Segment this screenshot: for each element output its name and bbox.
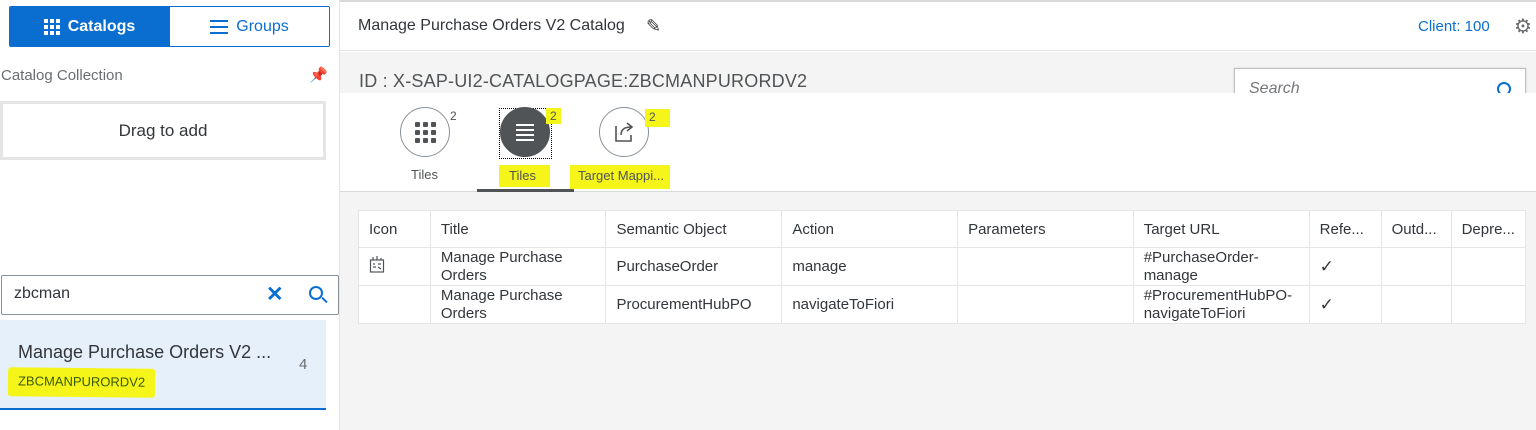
catalogs-label: Catalogs	[67, 17, 136, 35]
tab-icon-circle	[599, 107, 649, 157]
tab-count: 2	[450, 109, 457, 123]
table-row[interactable]: Manage Purchase Orders PurchaseOrder mana…	[358, 247, 1527, 286]
app-icon	[369, 256, 385, 273]
catalog-title: Manage Purchase Orders V2 Catalog	[358, 17, 625, 34]
gear-icon[interactable]: ⚙	[1514, 14, 1532, 39]
pencil-icon[interactable]: ✎	[646, 16, 661, 37]
col-header-target-url[interactable]: Target URL	[1132, 210, 1310, 248]
tab-count: 2	[546, 108, 561, 124]
tab-label: Tiles	[499, 165, 550, 187]
pin-icon[interactable]: 📌	[309, 66, 328, 84]
check-icon: ✓	[1308, 285, 1382, 324]
client-label: Client: 100	[1418, 18, 1490, 35]
catalog-item-id: ZBCMANPURORDV2	[7, 367, 156, 398]
col-header-action[interactable]: Action	[781, 210, 959, 248]
target-mappings-table: Icon Title Semantic Object Action Parame…	[358, 210, 1527, 324]
outdated-cell	[1380, 247, 1452, 286]
segmented-button: Catalogs Groups	[9, 6, 330, 47]
selected-tab-indicator	[477, 189, 574, 192]
title-cell: Manage Purchase Orders	[429, 247, 607, 286]
catalog-id: ID : X-SAP-UI2-CATALOGPAGE:ZBCMANPURORDV…	[359, 71, 808, 91]
table-row[interactable]: Manage Purchase Orders ProcurementHubPO n…	[358, 285, 1527, 324]
groups-label: Groups	[236, 17, 289, 35]
drag-to-add-area[interactable]: Drag to add	[0, 101, 326, 160]
outdated-cell	[1380, 285, 1452, 324]
col-header-icon[interactable]: Icon	[358, 210, 431, 248]
deprecated-cell	[1450, 285, 1527, 324]
dots-grid-icon	[414, 121, 436, 143]
tab-label: Tiles	[411, 167, 438, 182]
semantic-object-cell: PurchaseOrder	[605, 247, 783, 286]
col-header-reference[interactable]: Refe...	[1308, 210, 1382, 248]
drag-to-add-label: Drag to add	[118, 120, 208, 140]
share-icon	[615, 122, 634, 142]
tab-tiles-grid[interactable]: 2 Tiles	[400, 107, 500, 187]
catalog-search-input[interactable]	[14, 285, 244, 303]
parameters-cell	[957, 285, 1134, 324]
catalogs-button[interactable]: Catalogs	[10, 7, 169, 46]
semantic-object-cell: ProcurementHubPO	[605, 285, 783, 324]
col-header-title[interactable]: Title	[429, 210, 607, 248]
tab-icon-circle	[400, 107, 450, 157]
parameters-cell	[957, 247, 1134, 286]
icon-tab-bar: 2 Tiles 2 Tiles 2 Target Mappi...	[340, 93, 1536, 192]
tab-icon-circle	[500, 107, 550, 157]
table-header-row: Icon Title Semantic Object Action Parame…	[358, 210, 1527, 248]
action-cell: navigateToFiori	[781, 285, 959, 324]
left-pane: Catalogs Groups Catalog Collection 📌 Dra…	[0, 0, 340, 430]
action-cell: manage	[781, 247, 959, 286]
catalog-search-field[interactable]: ✕	[1, 275, 339, 315]
catalog-list-item[interactable]: Manage Purchase Orders V2 ... ZBCMANPURO…	[0, 320, 326, 410]
tab-target-mappings[interactable]: 2 Target Mappi...	[570, 107, 699, 189]
list-lines-icon	[516, 123, 534, 141]
col-header-semantic-object[interactable]: Semantic Object	[605, 210, 783, 248]
list-icon	[210, 19, 229, 34]
groups-button[interactable]: Groups	[169, 7, 329, 46]
catalog-item-count: 4	[299, 356, 308, 373]
app-root: Catalogs Groups Catalog Collection 📌 Dra…	[0, 0, 1536, 430]
search-icon[interactable]	[309, 286, 323, 300]
target-url-cell: #ProcurementHubPO-navigateToFiori	[1132, 285, 1310, 324]
col-header-outdated[interactable]: Outd...	[1380, 210, 1452, 248]
catalog-item-title: Manage Purchase Orders V2 ...	[18, 342, 272, 362]
grid-icon	[43, 18, 60, 35]
tab-count: 2	[645, 109, 670, 127]
col-header-deprecated[interactable]: Depre...	[1450, 210, 1527, 248]
icon-cell	[358, 285, 431, 324]
detail-main: ID : X-SAP-UI2-CATALOGPAGE:ZBCMANPURORDV…	[340, 52, 1536, 430]
target-url-cell: #PurchaseOrder-manage	[1132, 247, 1310, 286]
check-icon: ✓	[1308, 247, 1382, 286]
deprecated-cell	[1450, 247, 1527, 286]
app-icon	[358, 247, 431, 286]
clear-icon[interactable]: ✕	[266, 282, 284, 307]
col-header-parameters[interactable]: Parameters	[957, 210, 1134, 248]
tab-label: Target Mappi...	[570, 165, 670, 189]
title-cell: Manage Purchase Orders	[429, 285, 607, 324]
catalog-collection-label: Catalog Collection	[1, 67, 123, 84]
detail-header: Manage Purchase Orders V2 Catalog ✎ Clie…	[340, 0, 1536, 51]
